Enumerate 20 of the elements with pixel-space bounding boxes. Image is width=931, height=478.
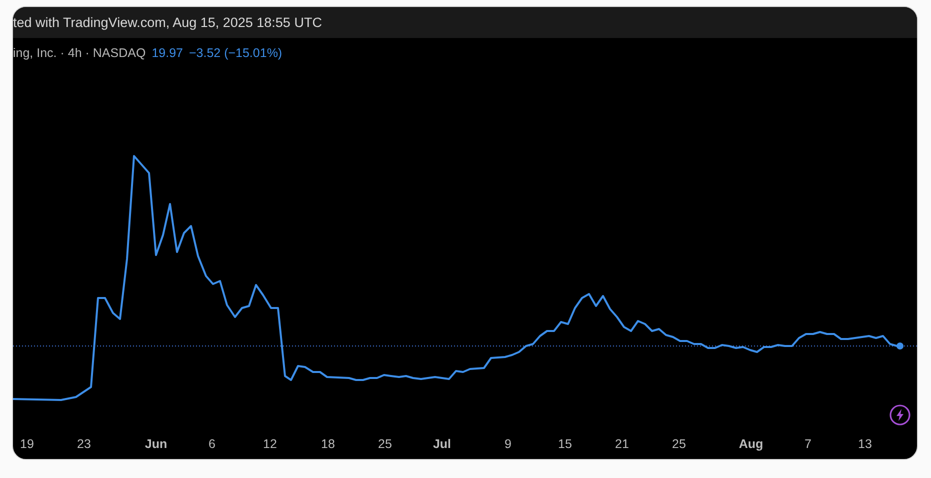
axis-label: 23: [77, 437, 91, 451]
axis-label: 18: [321, 437, 335, 451]
axis-label: 15: [558, 437, 572, 451]
axis-label: 6: [208, 437, 216, 451]
axis-label: Jun: [144, 437, 168, 451]
axis-label: 9: [504, 437, 512, 451]
axis-label: 12: [263, 437, 277, 451]
symbol-label: ing, Inc. · 4h · NASDAQ: [13, 46, 146, 60]
price-change: −3.52 (−15.01%): [188, 46, 282, 60]
axis-label: Jul: [432, 437, 452, 451]
caption-text: ted with TradingView.com, Aug 15, 2025 18:55 UTC: [13, 15, 322, 30]
price-value: 19.97: [152, 46, 183, 60]
axis-label: 7: [804, 437, 812, 451]
axis-label: 13: [858, 437, 872, 451]
axis-label: Aug: [738, 437, 764, 451]
axis-label: 19: [20, 437, 34, 451]
lightning-icon[interactable]: [889, 404, 911, 426]
axis-label: 21: [615, 437, 629, 451]
axis-label: 25: [378, 437, 392, 451]
axis-label: 25: [672, 437, 686, 451]
